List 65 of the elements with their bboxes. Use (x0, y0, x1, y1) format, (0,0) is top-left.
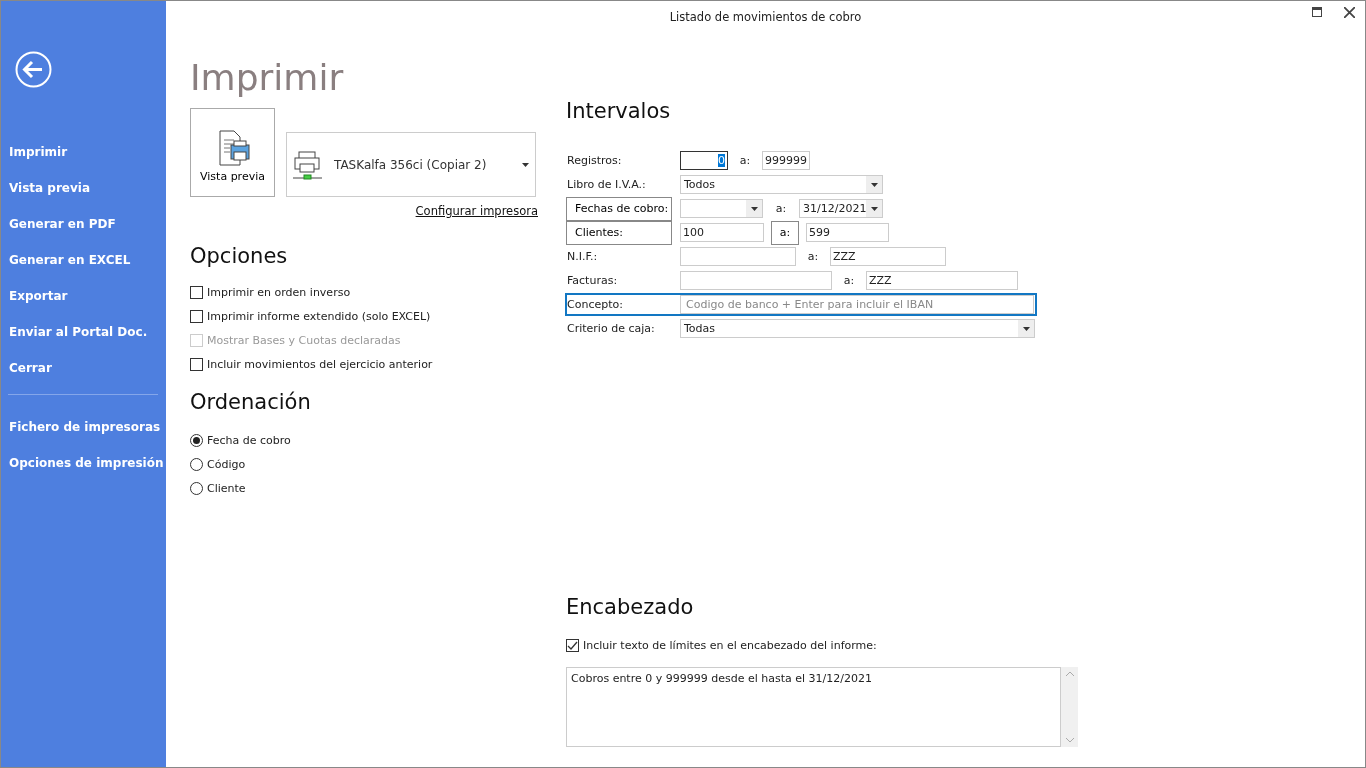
checkbox-option[interactable]: Imprimir en orden inverso (190, 280, 538, 304)
sidebar-item[interactable]: Exportar (1, 278, 166, 314)
input-field[interactable]: 999999 (762, 151, 810, 170)
sidebar-item[interactable]: Generar en PDF (1, 206, 166, 242)
input-field[interactable]: ZZZ (866, 271, 1018, 290)
checkbox[interactable] (190, 309, 203, 323)
section-heading: Intervalos (566, 99, 672, 123)
sidebar-item[interactable]: Vista previa (1, 170, 166, 206)
dropdown-field[interactable] (680, 199, 763, 218)
range-label: a: (806, 250, 820, 263)
input-field[interactable]: 0 (680, 151, 728, 170)
field-label: Concepto: (566, 298, 624, 311)
printer-dropdown[interactable]: TASKalfa 356ci (Copiar 2) (286, 132, 536, 197)
range-label: a: (738, 154, 752, 167)
preview-button[interactable]: Vista previa (190, 108, 275, 197)
radio-option[interactable]: Fecha de cobro (190, 428, 538, 452)
checkbox-option[interactable]: Incluir movimientos del ejercicio anterior (190, 352, 538, 376)
sidebar-item[interactable]: Fichero de impresoras (1, 409, 166, 445)
dropdown-field[interactable]: 31/12/2021 (799, 199, 883, 218)
page-title: Imprimir (190, 57, 345, 98)
checkmark-icon (567, 639, 578, 651)
label-button[interactable]: Clientes: (566, 220, 672, 245)
input-field[interactable] (680, 247, 796, 266)
network-printer-icon (293, 149, 323, 180)
input-field[interactable]: 100 (680, 223, 764, 242)
input-field[interactable]: 599 (806, 223, 889, 242)
section-heading: Opciones (190, 244, 289, 268)
dropdown-arrow-icon[interactable] (750, 206, 758, 211)
close-icon[interactable] (1344, 7, 1355, 18)
sidebar-item[interactable]: Enviar al Portal Doc. (1, 314, 166, 350)
checkbox[interactable] (190, 357, 203, 371)
sidebar-item[interactable]: Generar en EXCEL (1, 242, 166, 278)
text-area[interactable]: Cobros entre 0 y 999999 desde el hasta el 31/12/2021 (566, 667, 1061, 747)
dropdown-field[interactable]: Todas (680, 319, 1035, 338)
range-button[interactable]: a: (771, 220, 799, 245)
dropdown-arrow-icon[interactable] (870, 182, 878, 187)
dropdown-arrow-icon[interactable] (522, 162, 529, 167)
label-button[interactable]: Fechas de cobro: (566, 196, 672, 221)
dropdown-arrow-icon[interactable] (1022, 326, 1030, 331)
section-heading: Ordenación (190, 390, 312, 414)
input-field[interactable]: Codigo de banco + Enter para incluir el IBAN (680, 295, 1034, 314)
range-label: a: (842, 274, 856, 287)
sidebar-item[interactable]: Opciones de impresión (1, 445, 166, 481)
range-label: a: (774, 202, 788, 215)
sidebar-item[interactable]: Cerrar (1, 350, 166, 386)
radio-option[interactable]: Cliente (190, 476, 538, 500)
dropdown-field[interactable]: Todos (680, 175, 883, 194)
section-heading: Encabezado (566, 595, 695, 619)
field-label: Libro de I.V.A.: (566, 178, 647, 191)
input-field[interactable] (680, 271, 832, 290)
maximize-icon[interactable] (1312, 7, 1322, 17)
field-label: Registros: (566, 154, 623, 167)
field-label: Criterio de caja: (566, 322, 656, 335)
field-label: N.I.F.: (566, 250, 599, 263)
configure-printer-link[interactable]: Configurar impresora (415, 204, 538, 218)
field-label: Facturas: (566, 274, 619, 287)
checkbox[interactable] (566, 638, 579, 652)
checkbox[interactable] (190, 285, 203, 299)
checkbox-option[interactable]: Incluir texto de límites en el encabezado del informe: (566, 633, 1078, 657)
dropdown-arrow-icon[interactable] (870, 206, 878, 211)
sidebar-item[interactable]: Imprimir (1, 134, 166, 170)
input-field[interactable]: ZZZ (830, 247, 946, 266)
checkbox-option[interactable]: Imprimir informe extendido (solo EXCEL) (190, 304, 538, 328)
window-title: Listado de movimientos de cobro (669, 10, 862, 24)
radio-option[interactable]: Código (190, 452, 538, 476)
